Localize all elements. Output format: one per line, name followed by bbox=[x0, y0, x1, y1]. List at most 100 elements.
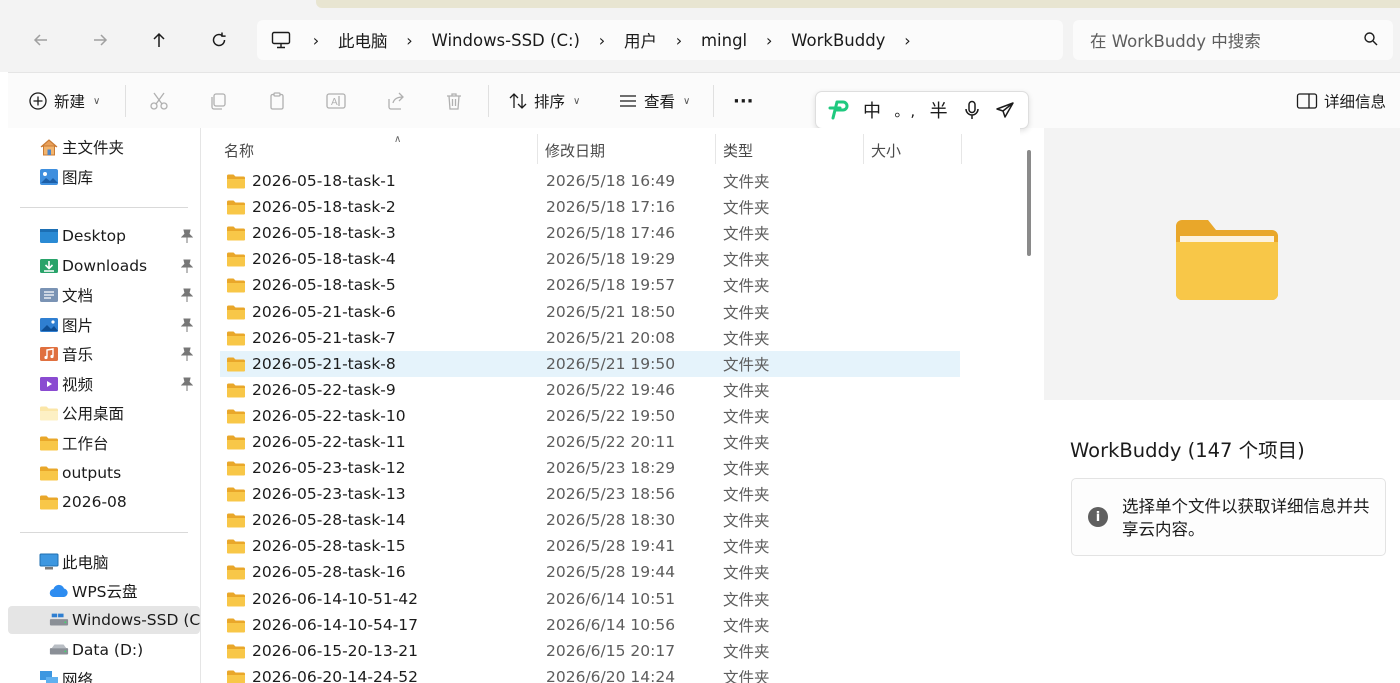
copy-button[interactable] bbox=[206, 89, 230, 113]
breadcrumb-item-user[interactable]: mingl bbox=[694, 31, 754, 50]
nav-item-videos[interactable]: 视频 bbox=[8, 370, 200, 398]
breadcrumb-item-users[interactable]: 用户 bbox=[617, 28, 664, 52]
file-name-cell[interactable]: 2026-05-28-task-16 bbox=[226, 563, 406, 581]
file-name-cell[interactable]: 2026-05-21-task-6 bbox=[226, 303, 396, 321]
table-row[interactable]: 2026-05-28-task-14 2026/5/28 18:30 文件夹 bbox=[220, 507, 960, 533]
table-row[interactable]: 2026-05-22-task-11 2026/5/22 20:11 文件夹 bbox=[220, 429, 960, 455]
file-name-cell[interactable]: 2026-05-22-task-10 bbox=[226, 407, 406, 425]
column-header-name[interactable]: ∧ 名称 bbox=[224, 134, 537, 166]
chevron-right-icon[interactable]: › bbox=[892, 31, 922, 50]
file-name-cell[interactable]: 2026-05-28-task-14 bbox=[226, 511, 406, 529]
table-row[interactable]: 2026-05-21-task-8 2026/5/21 19:50 文件夹 bbox=[220, 350, 960, 377]
nav-item-2026-08[interactable]: 2026-08 bbox=[8, 488, 200, 516]
file-name-cell[interactable]: 2026-05-23-task-12 bbox=[226, 459, 406, 477]
table-row[interactable]: 2026-05-28-task-15 2026/5/28 19:41 文件夹 bbox=[220, 533, 960, 559]
file-name-cell[interactable]: 2026-05-21-task-7 bbox=[226, 329, 396, 347]
column-divider[interactable] bbox=[961, 134, 962, 164]
file-name-cell[interactable]: 2026-05-28-task-15 bbox=[226, 537, 406, 555]
vertical-scrollbar[interactable] bbox=[1027, 150, 1031, 256]
file-name-cell[interactable]: 2026-06-20-14-24-52 bbox=[226, 668, 418, 683]
column-header-modified[interactable]: 修改日期 bbox=[545, 134, 715, 166]
cut-button[interactable] bbox=[147, 89, 171, 113]
nav-item-wps-cloud[interactable]: WPS云盘 bbox=[8, 577, 200, 605]
new-button[interactable]: 新建 ∨ bbox=[28, 87, 100, 115]
nav-item-gallery[interactable]: 图库 bbox=[8, 163, 200, 191]
file-name-cell[interactable]: 2026-06-14-10-54-17 bbox=[226, 616, 418, 634]
file-name-cell[interactable]: 2026-05-21-task-8 bbox=[226, 355, 396, 373]
column-divider[interactable] bbox=[863, 134, 864, 164]
details-pane-button[interactable]: 详细信息 bbox=[1296, 87, 1386, 115]
ime-logo-icon[interactable] bbox=[826, 97, 852, 123]
file-name-cell[interactable]: 2026-05-18-task-4 bbox=[226, 250, 396, 268]
sort-button[interactable]: 排序 ∨ bbox=[508, 87, 580, 115]
nav-item-documents[interactable]: 文档 bbox=[8, 281, 200, 309]
file-name-cell[interactable]: 2026-05-18-task-5 bbox=[226, 276, 396, 294]
chevron-right-icon[interactable]: › bbox=[754, 31, 784, 50]
pin-icon[interactable] bbox=[180, 288, 194, 306]
ime-toolbar[interactable]: 中 。, 半 bbox=[815, 91, 1029, 129]
file-name-cell[interactable]: 2026-06-15-20-13-21 bbox=[226, 642, 418, 660]
pin-icon[interactable] bbox=[180, 229, 194, 247]
table-row[interactable]: 2026-05-28-task-16 2026/5/28 19:44 文件夹 bbox=[220, 559, 960, 585]
more-options-button[interactable]: ··· bbox=[733, 87, 754, 115]
up-button[interactable] bbox=[143, 24, 175, 56]
breadcrumb-item-this-pc[interactable]: 此电脑 bbox=[331, 28, 395, 52]
share-button[interactable] bbox=[384, 89, 408, 113]
rename-button[interactable]: A bbox=[324, 89, 348, 113]
chevron-right-icon[interactable]: › bbox=[587, 31, 617, 50]
chevron-right-icon[interactable]: › bbox=[664, 31, 694, 50]
column-divider[interactable] bbox=[715, 134, 716, 164]
column-header-type[interactable]: 类型 bbox=[723, 134, 863, 166]
nav-item-drive-d[interactable]: Data (D:) bbox=[8, 636, 200, 664]
nav-item-public-desktop[interactable]: 公用桌面 bbox=[8, 399, 200, 427]
table-row[interactable]: 2026-05-23-task-13 2026/5/23 18:56 文件夹 bbox=[220, 481, 960, 507]
pin-icon[interactable] bbox=[180, 318, 194, 336]
table-row[interactable]: 2026-05-21-task-7 2026/5/21 20:08 文件夹 bbox=[220, 325, 960, 351]
search-icon[interactable] bbox=[1363, 31, 1379, 47]
breadcrumb[interactable]: › 此电脑 › Windows-SSD (C:) › 用户 › mingl › … bbox=[257, 20, 1063, 60]
nav-item-downloads[interactable]: Downloads bbox=[8, 252, 200, 280]
file-name-cell[interactable]: 2026-06-14-10-51-42 bbox=[226, 590, 418, 608]
ime-punctuation-toggle[interactable]: 。, bbox=[892, 97, 918, 123]
pin-icon[interactable] bbox=[180, 259, 194, 277]
table-row[interactable]: 2026-05-21-task-6 2026/5/21 18:50 文件夹 bbox=[220, 298, 960, 324]
table-row[interactable]: 2026-05-18-task-5 2026/5/18 19:57 文件夹 bbox=[220, 272, 960, 298]
pin-icon[interactable] bbox=[180, 377, 194, 395]
nav-item-this-pc[interactable]: 此电脑 bbox=[8, 548, 200, 576]
table-row[interactable]: 2026-05-18-task-1 2026/5/18 16:49 文件夹 bbox=[220, 168, 960, 194]
microphone-icon[interactable] bbox=[959, 97, 985, 123]
nav-item-desktop[interactable]: Desktop bbox=[8, 222, 200, 250]
pin-icon[interactable] bbox=[180, 347, 194, 365]
nav-item-outputs[interactable]: outputs bbox=[8, 459, 200, 487]
paste-button[interactable] bbox=[265, 89, 289, 113]
file-name-cell[interactable]: 2026-05-18-task-3 bbox=[226, 224, 396, 242]
ime-width-toggle[interactable]: 半 bbox=[926, 97, 952, 123]
file-name-cell[interactable]: 2026-05-18-task-2 bbox=[226, 198, 396, 216]
nav-item-pictures[interactable]: 图片 bbox=[8, 311, 200, 339]
nav-item-workbench[interactable]: 工作台 bbox=[8, 429, 200, 457]
chevron-right-icon[interactable]: › bbox=[301, 31, 331, 50]
back-button[interactable] bbox=[25, 24, 57, 56]
file-name-cell[interactable]: 2026-05-22-task-9 bbox=[226, 381, 396, 399]
breadcrumb-item-workbuddy[interactable]: WorkBuddy bbox=[784, 31, 892, 50]
view-button[interactable]: 查看 ∨ bbox=[618, 87, 690, 115]
ime-mode-toggle[interactable]: 中 bbox=[859, 97, 885, 123]
table-row[interactable]: 2026-06-14-10-51-42 2026/6/14 10:51 文件夹 bbox=[220, 586, 960, 612]
table-row[interactable]: 2026-05-18-task-2 2026/5/18 17:16 文件夹 bbox=[220, 194, 960, 220]
nav-item-drive-c[interactable]: Windows-SSD (C:) bbox=[8, 606, 200, 634]
file-name-cell[interactable]: 2026-05-22-task-11 bbox=[226, 433, 406, 451]
breadcrumb-item-drive-c[interactable]: Windows-SSD (C:) bbox=[425, 31, 587, 50]
send-icon[interactable] bbox=[992, 97, 1018, 123]
nav-item-music[interactable]: 音乐 bbox=[8, 340, 200, 368]
table-row[interactable]: 2026-05-22-task-10 2026/5/22 19:50 文件夹 bbox=[220, 403, 960, 429]
file-name-cell[interactable]: 2026-05-23-task-13 bbox=[226, 485, 406, 503]
computer-icon[interactable] bbox=[269, 28, 293, 52]
table-row[interactable]: 2026-05-18-task-3 2026/5/18 17:46 文件夹 bbox=[220, 220, 960, 246]
file-name-cell[interactable]: 2026-05-18-task-1 bbox=[226, 172, 396, 190]
delete-button[interactable] bbox=[442, 89, 466, 113]
chevron-right-icon[interactable]: › bbox=[395, 31, 425, 50]
search-input[interactable]: 在 WorkBuddy 中搜索 bbox=[1073, 20, 1393, 60]
table-row[interactable]: 2026-06-15-20-13-21 2026/6/15 20:17 文件夹 bbox=[220, 638, 960, 664]
table-row[interactable]: 2026-05-18-task-4 2026/5/18 19:29 文件夹 bbox=[220, 246, 960, 272]
column-header-size[interactable]: 大小 bbox=[871, 134, 961, 166]
